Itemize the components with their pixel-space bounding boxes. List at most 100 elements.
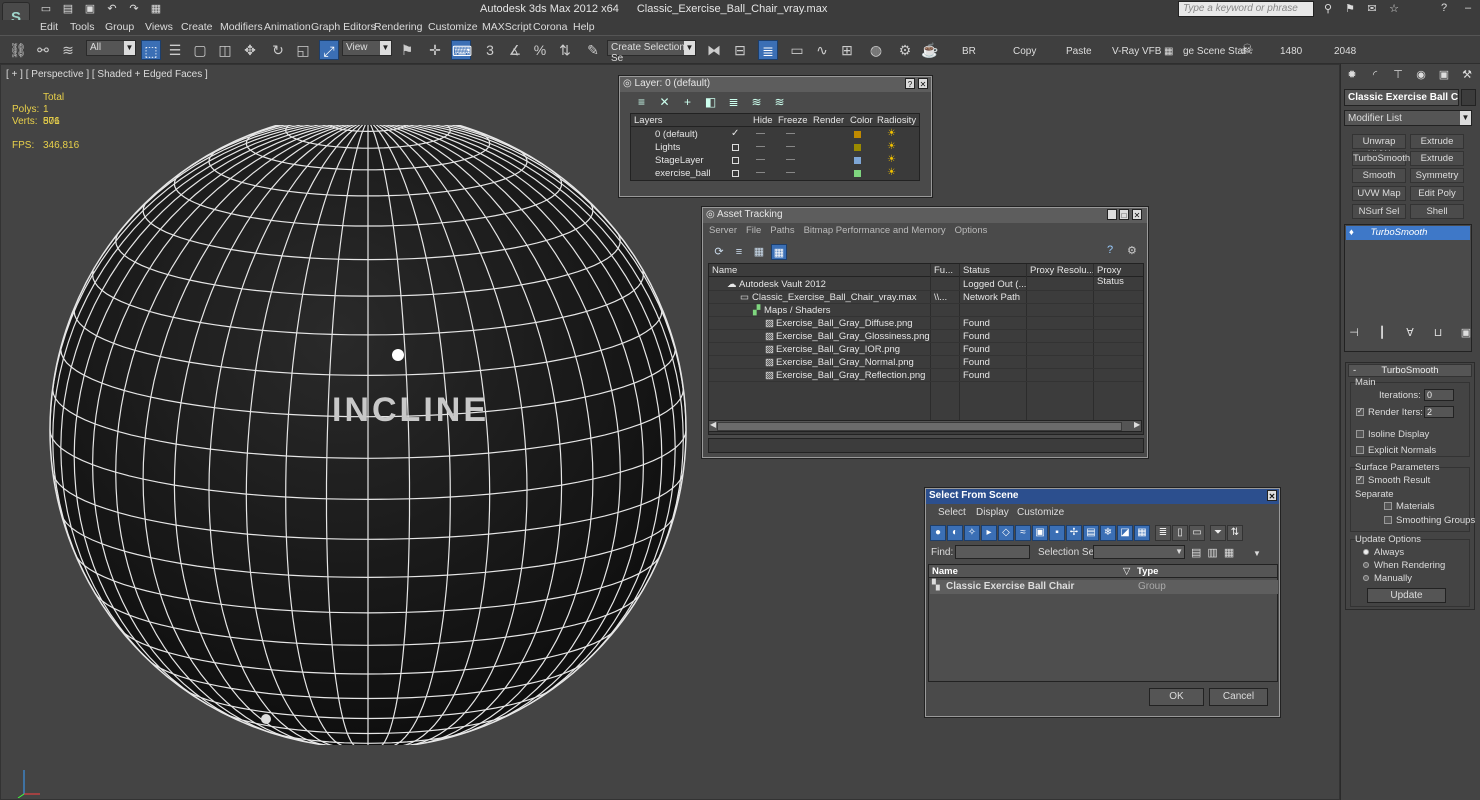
menu-corona[interactable]: Corona — [533, 21, 567, 33]
layer-dialog-titlebar[interactable]: ◎ Layer: 0 (default) ? ✕ — [620, 77, 931, 92]
menu-tools[interactable]: Tools — [70, 21, 95, 33]
copy-button[interactable]: Copy — [1013, 46, 1036, 57]
skull-icon[interactable]: ☠ — [1241, 41, 1254, 58]
select-move-icon[interactable]: ✥ — [240, 40, 260, 60]
col-color[interactable]: Color — [850, 115, 873, 126]
render-toggle[interactable] — [786, 159, 795, 160]
display-all-icon[interactable]: ▦ — [1134, 525, 1150, 541]
shell-button[interactable]: Shell — [1410, 204, 1464, 219]
always-radio[interactable] — [1363, 549, 1369, 555]
layer-color-swatch[interactable] — [854, 170, 861, 177]
bind-space-warp-icon[interactable]: ≋ — [58, 40, 78, 60]
modifier-list-dropdown[interactable]: Modifier List ▼ — [1344, 110, 1472, 126]
undo-icon[interactable]: ↶ — [104, 2, 120, 16]
menu-help[interactable]: Help — [573, 21, 595, 33]
maximize-icon[interactable]: □ — [1119, 209, 1129, 220]
delete-layer-icon[interactable]: ✕ — [657, 95, 672, 110]
pin-stack-icon[interactable]: ⊣ — [1348, 326, 1360, 340]
height-2048-button[interactable]: 2048 — [1334, 46, 1356, 57]
col-name[interactable]: Name — [932, 566, 958, 577]
scrollbar-thumb[interactable] — [717, 422, 1122, 431]
list-view-icon[interactable]: ≣ — [1155, 525, 1171, 541]
col-proxy-resolution[interactable]: Proxy Resolu... — [1030, 265, 1094, 276]
favorites-icon[interactable]: ☆ — [1386, 2, 1402, 16]
uvw-map-button[interactable]: UVW Map — [1352, 186, 1406, 201]
col-hide[interactable]: Hide — [753, 115, 773, 126]
help-icon[interactable]: ? — [1107, 244, 1121, 258]
layer-color-swatch[interactable] — [854, 157, 861, 164]
iterations-spinner[interactable]: 0 — [1424, 389, 1454, 401]
new-file-icon[interactable]: ▭ — [38, 2, 54, 16]
list-view-icon[interactable]: ≡ — [731, 244, 747, 260]
show-end-result-icon[interactable]: ┃ — [1376, 326, 1388, 340]
display-tab-icon[interactable]: ▣ — [1436, 67, 1452, 83]
render-toggle[interactable] — [786, 133, 795, 134]
vray-vfb-button[interactable]: V-Ray VFB — [1112, 46, 1161, 57]
turbosmooth-button[interactable]: TurboSmooth — [1352, 151, 1410, 166]
named-selection-set-dropdown[interactable]: Create Selection Se ▼ — [607, 40, 696, 64]
select-scale-icon[interactable]: ◱ — [293, 40, 313, 60]
viewport-label[interactable]: [ + ] [ Perspective ] [ Shaded + Edged F… — [6, 69, 208, 80]
ok-button[interactable]: OK — [1149, 688, 1204, 706]
sort-icon[interactable]: ⇅ — [1227, 525, 1243, 541]
asset-row[interactable]: ▨ Exercise_Ball_Gray_IOR.png Found — [709, 343, 1143, 356]
active-layer-check-icon[interactable]: ✓ — [731, 128, 739, 139]
select-all-icon[interactable]: ▯ — [1172, 525, 1188, 541]
hide-checkbox[interactable] — [732, 144, 739, 151]
binoculars-icon[interactable]: ⚲ — [1320, 2, 1336, 16]
rectangular-selection-icon[interactable]: ▢ — [190, 40, 210, 60]
help-search-input[interactable]: Type a keyword or phrase — [1178, 1, 1314, 17]
layer-color-swatch[interactable] — [854, 144, 861, 151]
edit-selection-set-icon[interactable]: ▦ — [1224, 546, 1234, 559]
select-link-icon[interactable]: ⛓ — [8, 40, 28, 60]
rollout-header[interactable]: - TurboSmooth — [1348, 364, 1472, 377]
cancel-button[interactable]: Cancel — [1209, 688, 1268, 706]
render-iters-spinner[interactable]: 2 — [1424, 406, 1454, 418]
freeze-toggle[interactable] — [756, 133, 765, 134]
asset-row[interactable]: ▨ Exercise_Ball_Gray_Reflection.png Found — [709, 369, 1143, 382]
scene-stats-icon[interactable]: ▦ — [1164, 46, 1173, 57]
layer-name[interactable]: exercise_ball — [655, 168, 710, 179]
select-menu-customize[interactable]: Customize — [1017, 507, 1064, 518]
asset-menu-options[interactable]: Options — [955, 225, 988, 236]
close-icon[interactable]: ✕ — [918, 78, 928, 89]
edit-named-selection-icon[interactable]: ✎ — [583, 40, 603, 60]
freeze-toggle[interactable] — [756, 159, 765, 160]
asset-row[interactable]: ▨ Exercise_Ball_Gray_Glossiness.png Found — [709, 330, 1143, 343]
col-render[interactable]: Render — [813, 115, 844, 126]
redo-icon[interactable]: ↷ — [126, 2, 142, 16]
hide-checkbox[interactable] — [732, 157, 739, 164]
layer-row[interactable]: exercise_ball ☀ — [631, 167, 919, 180]
menu-rendering[interactable]: Rendering — [374, 21, 422, 33]
reference-coordinate-dropdown[interactable]: View ▼ — [342, 40, 392, 56]
select-object-icon[interactable]: ⬚ — [141, 40, 161, 60]
spacewarps-filter-icon[interactable]: ≈ — [1015, 525, 1031, 541]
asset-dialog-titlebar[interactable]: ◎ Asset Tracking _ □ ✕ — [703, 208, 1147, 223]
shapes-filter-icon[interactable]: ◐ — [947, 525, 963, 541]
material-editor-icon[interactable]: ◍ — [866, 40, 886, 60]
remove-selection-set-icon[interactable]: ▥ — [1207, 546, 1217, 559]
br-button[interactable]: BR — [962, 46, 976, 57]
scene-stats-button[interactable]: ge Scene Stat — [1183, 46, 1246, 57]
select-menu-select[interactable]: Select — [938, 507, 966, 518]
settings-icon[interactable]: ⚙ — [1127, 244, 1141, 258]
edit-poly-button[interactable]: Edit Poly — [1410, 186, 1464, 201]
col-status[interactable]: Status — [963, 265, 990, 276]
selection-filter-dropdown[interactable]: All ▼ — [86, 40, 136, 56]
col-layers[interactable]: Layers — [634, 115, 663, 126]
manually-radio[interactable] — [1363, 575, 1369, 581]
hierarchy-tab-icon[interactable]: ⊤ — [1390, 67, 1406, 83]
update-button[interactable]: Update — [1367, 588, 1446, 603]
mirror-icon[interactable]: ⧓ — [704, 40, 724, 60]
render-toggle[interactable] — [786, 146, 795, 147]
col-radiosity[interactable]: Radiosity — [877, 115, 916, 126]
modifier-stack-item[interactable]: ♦ TurboSmooth — [1346, 226, 1470, 240]
select-rotate-icon[interactable]: ↻ — [268, 40, 288, 60]
create-tab-icon[interactable]: ✹ — [1344, 67, 1360, 83]
select-menu-display[interactable]: Display — [976, 507, 1009, 518]
asset-row[interactable]: ▞ Maps / Shaders — [709, 304, 1143, 317]
bones-filter-icon[interactable]: ✢ — [1066, 525, 1082, 541]
isoline-display-checkbox[interactable] — [1356, 430, 1364, 438]
lights-filter-icon[interactable]: ✧ — [964, 525, 980, 541]
menu-maxscript[interactable]: MAXScript — [482, 21, 532, 33]
